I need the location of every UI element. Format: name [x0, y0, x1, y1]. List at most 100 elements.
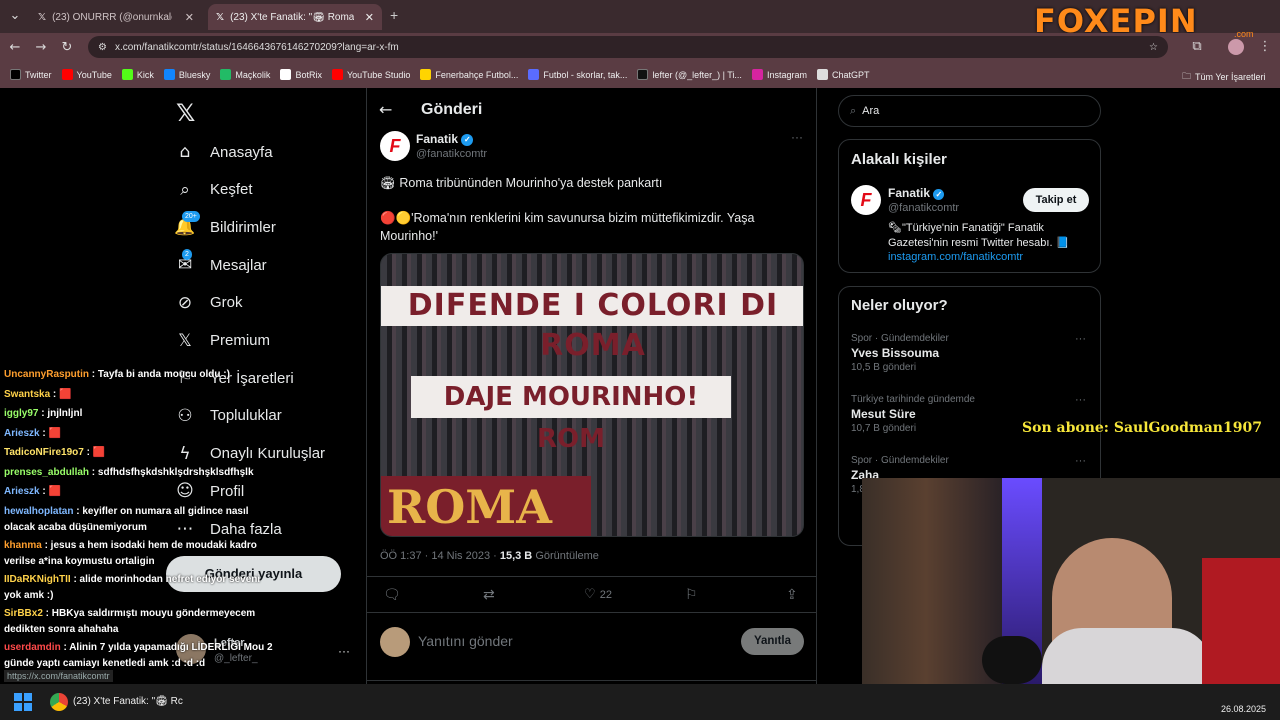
author-handle[interactable]: @fanatikcomtr: [416, 148, 487, 160]
trend-more-icon[interactable]: ···: [1075, 333, 1086, 345]
sidebar-item-label: Grok: [210, 294, 243, 312]
reply-input[interactable]: Yanıtını gönder: [418, 633, 513, 649]
close-icon[interactable]: ✕: [365, 11, 374, 24]
like-count: 22: [599, 589, 613, 601]
chat-message: IIDaRKNighTII : alide morinhodan nefret …: [4, 572, 274, 604]
sidebar-item-label: Bildirimler: [210, 218, 276, 236]
sidebar-item-4[interactable]: ⊘ Grok: [174, 293, 243, 313]
user-avatar[interactable]: [380, 627, 410, 657]
author-name-text: Fanatik: [416, 132, 459, 146]
post-time: ÖÖ 1:37 · 14 Nis 2023 ·: [380, 550, 500, 562]
bookmark-youtube[interactable]: YouTube: [61, 69, 112, 80]
menu-icon[interactable]: ⋮: [1252, 39, 1278, 54]
chat-text: : 🟥: [39, 427, 61, 439]
search-icon: ⌕: [850, 104, 857, 117]
trend-more-icon[interactable]: ···: [1075, 394, 1086, 406]
search-input[interactable]: ⌕ Ara: [838, 95, 1101, 127]
bookmark-kick[interactable]: Kick: [121, 69, 154, 80]
grok-icon: ⊘: [177, 292, 193, 313]
bookmark-lefter[interactable]: lefter (@_lefter_) | Ti...: [637, 69, 742, 80]
author-name[interactable]: Fanatik ✓: [416, 132, 474, 146]
related-name[interactable]: Fanatik ✓: [888, 186, 945, 200]
post-column: ← Gönderi F Fanatik ✓ @fanatikcomtr ··· …: [366, 88, 817, 684]
sidebar-item-3[interactable]: ✉ 2 Mesajlar: [174, 249, 267, 276]
reload-icon[interactable]: ↻: [54, 40, 80, 55]
bookmark-chatgpt[interactable]: ChatGPT: [816, 69, 869, 80]
divider: [367, 612, 816, 613]
sidebar-item-5[interactable]: 𝕏 Premium: [174, 331, 270, 351]
profile-avatar[interactable]: [1228, 39, 1244, 55]
post-image[interactable]: DIFENDE I COLORI DI ROMA DAJE MOURINHO! …: [380, 253, 804, 537]
new-tab-button[interactable]: +: [390, 7, 398, 23]
all-bookmarks[interactable]: 🗀 Tüm Yer İşaretleri: [1182, 69, 1266, 85]
sidebar-item-label: Keşfet: [210, 181, 253, 199]
extensions-icon[interactable]: ⧉: [1184, 39, 1210, 54]
account-more-icon[interactable]: ···: [338, 644, 350, 658]
chat-username: hewalhoplatan: [4, 505, 74, 517]
post-views: 15,3 B: [499, 550, 533, 562]
follow-button[interactable]: Takip et: [1023, 188, 1089, 212]
bookmark-instagram[interactable]: Instagram: [751, 69, 807, 80]
bookmark-twitter[interactable]: Twitter: [10, 69, 52, 80]
sidebar-item-label: Premium: [210, 332, 271, 349]
home-icon: ⌂: [179, 142, 191, 162]
sidebar-item-label: Anasayfa: [210, 143, 273, 161]
tab-fanatik[interactable]: 𝕏 (23) X'te Fanatik: "🏟 Roma tribü ✕: [208, 4, 382, 30]
taskbar-window-title[interactable]: (23) X'te Fanatik: "🏟 Rc: [73, 696, 183, 707]
notification-badge: 20+: [182, 211, 200, 223]
x-logo-icon: 𝕏: [216, 11, 225, 23]
trend-meta: Türkiye tarihinde gündemde: [851, 394, 975, 405]
url-text: x.com/fanatikcomtr/status/16466436761462…: [114, 41, 399, 53]
reply-button[interactable]: Yanıtla: [741, 628, 804, 655]
chat-message: userdamdin : Alinin 7 yılda yapamadığı L…: [4, 640, 274, 672]
related-bio: 🗞"Türkiye'nin Fanatiği" Fanatik Gazetesi…: [888, 222, 1070, 249]
back-arrow-icon[interactable]: ←: [379, 100, 392, 119]
trend-meta: Spor · Gündemdekiler: [851, 455, 949, 466]
verified-icon: ✓: [933, 189, 945, 200]
share-icon[interactable]: ⇪: [786, 587, 798, 603]
related-avatar[interactable]: F: [851, 185, 881, 215]
trend-name[interactable]: Mesut Süre: [851, 407, 916, 421]
bookmark-bluesky[interactable]: Bluesky: [163, 69, 210, 80]
chat-message: SirBBx2 : HBKya saldırmıştı mouyu gönder…: [4, 606, 274, 638]
bookmark-futbol[interactable]: Futbol - skorlar, tak...: [528, 69, 627, 80]
microphone: [982, 636, 1042, 684]
sidebar-item-2[interactable]: 🔔 20+ Bildirimler: [174, 211, 276, 237]
bookmark-icon[interactable]: ⚐: [685, 587, 698, 603]
notification-badge: 2: [182, 249, 192, 261]
sidebar-item-0[interactable]: ⌂ Anasayfa: [174, 142, 273, 162]
related-link[interactable]: instagram.com/fanatikcomtr: [888, 251, 1023, 263]
divider: [367, 576, 816, 577]
bookmark-fenerbahce[interactable]: Fenerbahçe Futbol...: [420, 69, 518, 80]
taskbar: (23) X'te Fanatik: "🏟 Rc 26.08.2025: [0, 684, 1280, 720]
like-button[interactable]: ♡ 22: [584, 587, 612, 602]
trend-name[interactable]: Yves Bissouma: [851, 346, 939, 360]
url-bar[interactable]: ⚙ x.com/fanatikcomtr/status/164664367614…: [88, 36, 1168, 58]
back-icon[interactable]: ←: [2, 40, 28, 55]
x-logo-icon[interactable]: 𝕏: [176, 99, 195, 127]
star-icon[interactable]: ☆: [1149, 42, 1158, 53]
x-icon: 𝕏: [178, 330, 192, 351]
close-icon[interactable]: ✕: [185, 11, 194, 24]
chat-username: iggly97: [4, 408, 39, 419]
site-info-icon[interactable]: ⚙: [98, 42, 107, 53]
tab-label: (23) ONURRR (@onurnkalexyed: [52, 11, 172, 23]
trend-more-icon[interactable]: ···: [1075, 455, 1086, 467]
chat-text: : jesus a hem isodaki hem de moudaki kad…: [4, 539, 257, 567]
bookmark-botrix[interactable]: BotRix: [280, 69, 322, 80]
post-text-line2: 🔴🟡'Roma'nın renklerini kim savunursa biz…: [380, 211, 755, 243]
banner-daje: DAJE MOURINHO! ROM: [411, 376, 731, 454]
more-icon[interactable]: ···: [791, 130, 803, 144]
bookmark-mackolik[interactable]: Maçkolik: [220, 69, 270, 80]
reply-icon[interactable]: 🗨: [383, 587, 401, 603]
chrome-icon[interactable]: [50, 693, 68, 711]
bookmark-youtube-studio[interactable]: YouTube Studio: [331, 69, 410, 80]
author-avatar[interactable]: F: [380, 131, 410, 161]
forward-icon[interactable]: →: [28, 40, 54, 55]
repost-icon[interactable]: ⇄: [483, 587, 495, 603]
tab-onurrr[interactable]: 𝕏 (23) ONURRR (@onurnkalexyed ✕: [30, 4, 202, 30]
sidebar-item-1[interactable]: ⌕ Keşfet: [174, 180, 253, 200]
windows-start-icon[interactable]: [14, 693, 32, 711]
mail-icon: ✉ 2: [177, 249, 193, 276]
tab-search-icon[interactable]: ⌄: [2, 8, 28, 23]
